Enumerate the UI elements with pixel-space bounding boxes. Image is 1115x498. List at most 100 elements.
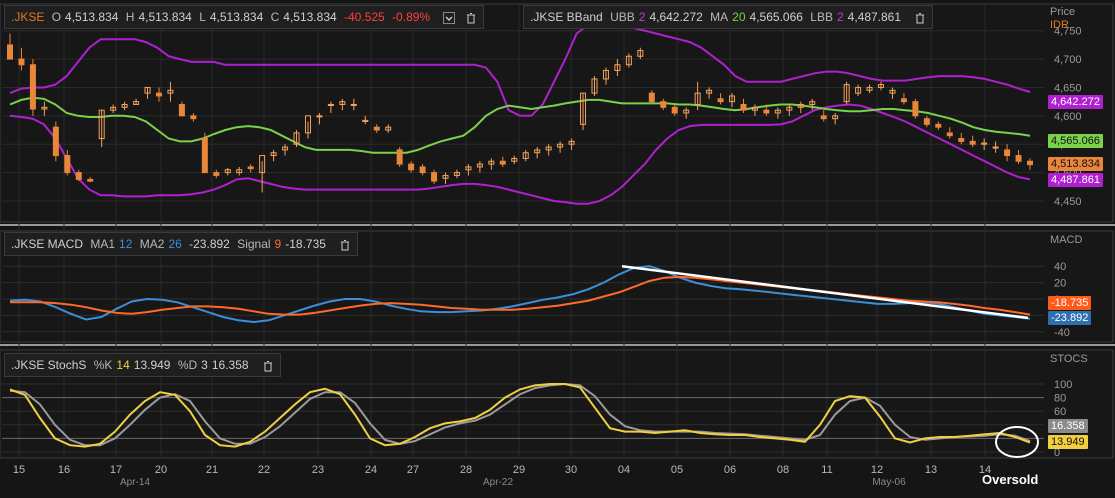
stoch-k-tag: 13.949	[1048, 435, 1088, 449]
candle-body	[75, 172, 82, 180]
ma-tag: 4,565.066	[1048, 134, 1103, 148]
candle-body	[912, 101, 919, 117]
currency-label: IDR	[1050, 19, 1069, 31]
candle-body	[419, 166, 426, 174]
candle-body	[648, 92, 655, 103]
k-period: 14	[116, 358, 130, 372]
low-value: 4,513.834	[209, 10, 264, 24]
y-tick-label: 80	[1054, 393, 1066, 405]
change-pct: -0.89%	[392, 10, 431, 24]
open-value: 4,513.834	[65, 10, 119, 24]
candle-body	[64, 155, 71, 174]
x-tick-label: 04	[618, 464, 630, 476]
y-tick-label: 100	[1054, 379, 1072, 391]
y-tick-label: 40	[1054, 261, 1066, 273]
x-tick-label: 24	[365, 464, 377, 476]
x-tick-label: 17	[110, 464, 122, 476]
price-axis-title: Price	[1050, 6, 1076, 18]
x-tick-label: 08	[777, 464, 789, 476]
ubb-value: 4,642.272	[649, 10, 703, 24]
macd-tag: -23.892	[1048, 311, 1092, 325]
candle-body	[155, 92, 162, 97]
lbb-label: LBB	[810, 10, 833, 24]
x-tick-label: 27	[407, 464, 419, 476]
candle-body	[969, 140, 976, 145]
ma-label: MA	[710, 10, 729, 24]
macd-value: -23.892	[189, 237, 230, 251]
candle-body	[87, 178, 94, 182]
trash-icon[interactable]	[262, 360, 274, 372]
x-tick-label: 29	[513, 464, 525, 476]
open-label: O	[51, 10, 62, 24]
trash-icon[interactable]	[339, 239, 351, 251]
stoch-axis-title: STOCS	[1050, 353, 1088, 365]
bband-legend: .JKSE BBand UBB 2 4,642.272 MA 20 4,565.066 …	[523, 5, 934, 29]
macd-axis-title: MACD	[1050, 234, 1083, 246]
candle-body	[499, 160, 506, 165]
candle-body	[717, 98, 724, 103]
candle-body	[1015, 155, 1022, 162]
trash-icon[interactable]	[914, 12, 926, 24]
candle-body	[52, 126, 59, 157]
candle-body	[373, 126, 380, 131]
candle-body	[820, 115, 827, 120]
d-label: %D	[177, 358, 198, 372]
ohlc-ticker: .JKSE	[11, 10, 45, 24]
candle-body	[660, 101, 667, 108]
candle-body	[213, 172, 220, 176]
x-tick-label: 05	[671, 464, 683, 476]
signal-tag: -18.735	[1048, 296, 1092, 310]
ubb-period: 2	[638, 10, 646, 24]
x-tick-label: 15	[13, 464, 25, 476]
x-tick-label: 30	[565, 464, 577, 476]
candle-body	[396, 149, 403, 165]
candle-body	[327, 103, 334, 106]
low-label: L	[199, 10, 206, 24]
stoch-d-tag: 16.358	[1048, 419, 1088, 433]
candle-body	[247, 166, 254, 170]
y-tick-label: 4,450	[1054, 196, 1082, 208]
x-tick-label: 22	[258, 464, 270, 476]
lbb-value: 4,487.861	[847, 10, 902, 24]
candle-body	[29, 64, 36, 110]
candle-body	[740, 103, 747, 111]
x-month-label: Apr-14	[120, 477, 150, 488]
trash-icon[interactable]	[465, 12, 477, 24]
x-tick-label: 13	[925, 464, 937, 476]
d-period: 3	[201, 358, 208, 372]
candle-body	[992, 146, 999, 149]
lbb-period: 2	[836, 10, 844, 24]
macd-ticker: .JKSE MACD	[11, 237, 84, 251]
candle-body	[431, 172, 438, 182]
y-tick-label: 4,650	[1054, 82, 1082, 94]
x-tick-label: 28	[460, 464, 472, 476]
ma1-label: MA1	[90, 237, 116, 251]
ma-period: 20	[732, 10, 746, 24]
y-tick-label: 4,600	[1054, 111, 1082, 123]
ma-value: 4,565.066	[749, 10, 803, 24]
k-label: %K	[93, 358, 113, 372]
candle-body	[1027, 160, 1033, 166]
ohlc-legend: .JKSE O 4,513.834 H 4,513.834 L 4,513.834 C…	[4, 5, 484, 29]
ma2-period: 26	[168, 237, 182, 251]
x-tick-label: 21	[206, 464, 218, 476]
y-tick-label: 60	[1054, 406, 1066, 418]
panel-price	[0, 3, 1114, 223]
y-tick-label: 20	[1054, 278, 1066, 290]
x-tick-label: 23	[312, 464, 324, 476]
chevron-down-icon[interactable]	[443, 11, 456, 24]
close-tag: 4,513.834	[1048, 157, 1103, 171]
candle-body	[18, 58, 25, 66]
candle-body	[178, 103, 185, 117]
candle-body	[900, 98, 907, 103]
y-tick-label: 4,700	[1054, 54, 1082, 66]
candle-body	[201, 138, 208, 174]
stoch-ticker: .JKSE StochS	[11, 358, 87, 372]
x-tick-label: 12	[871, 464, 883, 476]
signal-period: 9	[274, 237, 282, 251]
change-value: -40.525	[344, 10, 385, 24]
candle-body	[350, 103, 357, 106]
x-tick-label: 16	[58, 464, 70, 476]
y-tick-label: -40	[1054, 327, 1070, 339]
candle-body	[923, 118, 930, 125]
